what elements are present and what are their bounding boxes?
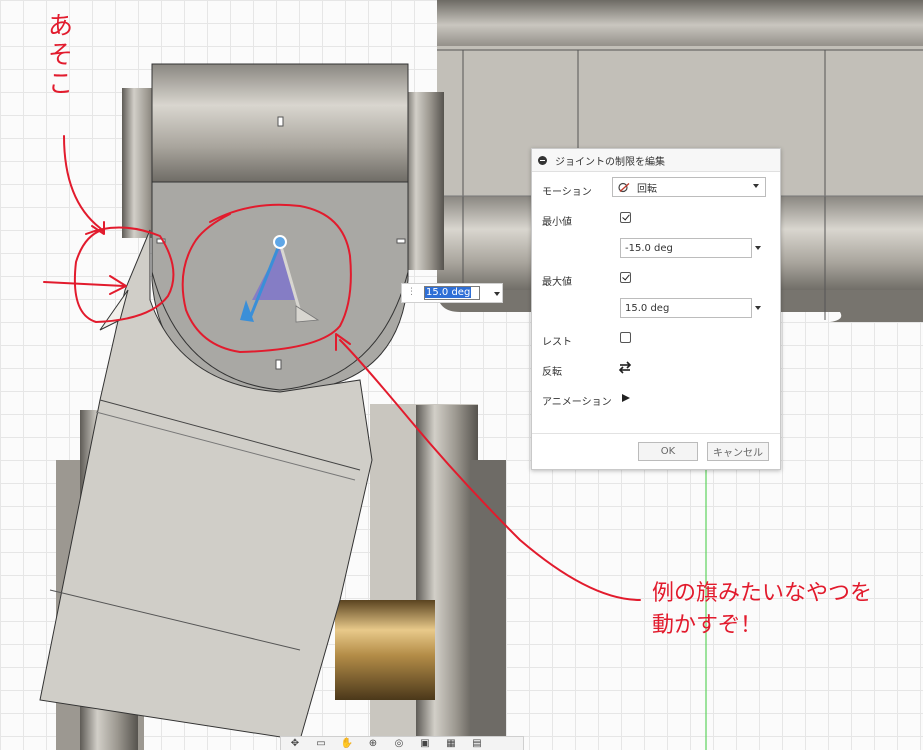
look-at-icon[interactable]: ▭ bbox=[311, 738, 331, 750]
orbit-icon[interactable]: ✥ bbox=[285, 738, 305, 750]
annotation-there: あそこ bbox=[48, 11, 74, 98]
max-value-input[interactable]: 15.0 deg bbox=[620, 298, 752, 318]
navigation-toolbar: ✥ ▭ ✋ ⊕ ◎ ▣ ▦ ▤ bbox=[280, 736, 524, 750]
pan-icon[interactable]: ✋ bbox=[337, 738, 357, 750]
rest-label: レスト bbox=[542, 337, 572, 348]
fit-icon[interactable]: ◎ bbox=[389, 738, 409, 750]
min-value-input[interactable]: -15.0 deg bbox=[620, 238, 752, 258]
edit-joint-limits-dialog: ジョイントの制限を編集 モーション 回転 最小値 -15.0 deg 最大値 1… bbox=[531, 148, 781, 470]
angle-input[interactable]: 15.0 deg bbox=[424, 286, 480, 300]
dialog-title: ジョイントの制限を編集 bbox=[555, 156, 665, 168]
flip-arrows-icon[interactable] bbox=[618, 360, 632, 374]
max-value: 15.0 deg bbox=[625, 302, 670, 314]
max-label: 最大値 bbox=[542, 277, 572, 288]
display-mode-icon[interactable]: ▣ bbox=[415, 738, 435, 750]
grid-icon[interactable]: ▦ bbox=[441, 738, 461, 750]
annotation-message-line2: 動かすぞ！ bbox=[652, 613, 763, 638]
angle-dropdown-icon[interactable] bbox=[494, 292, 500, 296]
max-value-dropdown-icon[interactable] bbox=[755, 306, 761, 310]
revolute-joint-icon bbox=[618, 182, 630, 193]
rest-checkbox[interactable] bbox=[620, 332, 631, 343]
min-checkbox[interactable] bbox=[620, 212, 631, 223]
motion-value: 回転 bbox=[637, 183, 657, 195]
angle-input-box[interactable]: ⋮ 15.0 deg bbox=[401, 283, 503, 303]
animation-label: アニメーション bbox=[542, 397, 612, 408]
dialog-titlebar[interactable]: ジョイントの制限を編集 bbox=[532, 149, 780, 172]
3d-viewport[interactable] bbox=[0, 0, 923, 750]
min-value-dropdown-icon[interactable] bbox=[755, 246, 761, 250]
ok-button[interactable]: OK bbox=[638, 442, 698, 461]
shaft-right bbox=[404, 92, 444, 270]
max-checkbox[interactable] bbox=[620, 272, 631, 283]
motion-select[interactable]: 回転 bbox=[612, 177, 766, 197]
zoom-icon[interactable]: ⊕ bbox=[363, 738, 383, 750]
motion-label: モーション bbox=[542, 187, 592, 198]
annotation-message-line1: 例の旗みたいなやつを bbox=[652, 581, 873, 606]
min-value: -15.0 deg bbox=[625, 242, 673, 254]
dialog-footer-divider bbox=[532, 433, 780, 434]
play-icon[interactable] bbox=[621, 393, 631, 403]
flip-label: 反転 bbox=[542, 367, 562, 378]
top-cylinder bbox=[151, 63, 409, 183]
viewports-icon[interactable]: ▤ bbox=[467, 738, 487, 750]
cancel-button[interactable]: キャンセル bbox=[707, 442, 769, 461]
collapse-icon[interactable] bbox=[538, 155, 547, 165]
min-label: 最小値 bbox=[542, 217, 572, 228]
angle-input-value: 15.0 deg bbox=[425, 287, 472, 298]
drag-handle-icon[interactable]: ⋮ bbox=[407, 287, 416, 297]
chevron-down-icon bbox=[753, 184, 759, 188]
